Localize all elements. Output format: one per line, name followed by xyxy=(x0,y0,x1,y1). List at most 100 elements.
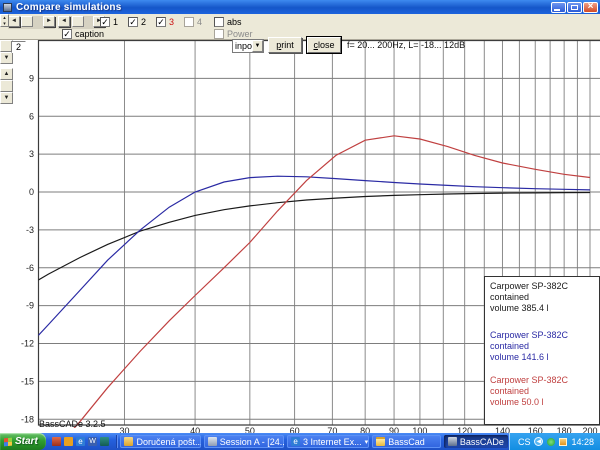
desktop-screen: { "window": { "title": "Compare simulati… xyxy=(0,0,600,450)
scroll-left-icon[interactable]: ◄ xyxy=(58,16,70,27)
basscade-app-icon xyxy=(448,437,457,446)
curve-4-checkbox: 4 xyxy=(184,17,202,27)
legend-line: volume 50.0 l xyxy=(490,397,598,408)
task-button-basscad-folder[interactable]: BassCad xyxy=(372,435,441,448)
freq-min-scrollbar[interactable]: ◄ ► xyxy=(8,16,55,29)
task-button-session[interactable]: Session A - [24... xyxy=(204,435,284,448)
task-label: Doručená pošt... xyxy=(136,437,200,447)
scrollbar-thumb[interactable] xyxy=(72,16,84,27)
start-button[interactable]: Start xyxy=(0,433,46,450)
language-indicator[interactable]: CS xyxy=(518,437,531,447)
checkbox-box[interactable]: ✓ xyxy=(128,17,138,27)
word-icon[interactable]: W xyxy=(88,437,97,446)
app-version-label: BassCADe 3.2.5 xyxy=(39,419,106,429)
y-tick-label: -3 xyxy=(26,225,34,235)
print-button[interactable]: print xyxy=(268,37,302,53)
close-button[interactable]: close xyxy=(307,37,341,53)
scrollbar-thumb[interactable] xyxy=(0,80,13,92)
show-desktop-icon[interactable] xyxy=(52,437,61,446)
legend-line: contained xyxy=(490,292,598,303)
task-label: BassCad xyxy=(388,437,425,447)
system-tray: CS ◀ 14:28 xyxy=(510,433,600,450)
close-window-button[interactable]: × xyxy=(583,2,598,13)
checkbox-box xyxy=(184,17,194,27)
freq-max-scrollbar[interactable]: ◄ ► xyxy=(58,16,105,29)
tray-status-green-icon[interactable] xyxy=(547,438,555,446)
clock[interactable]: 14:28 xyxy=(571,437,594,447)
y-tick-label: 6 xyxy=(29,111,34,121)
y-tick-label: -12 xyxy=(21,339,34,349)
y-tick-label: -9 xyxy=(26,301,34,311)
legend-line: Carpower SP-382C xyxy=(490,330,598,341)
close-button-label: lose xyxy=(318,40,335,50)
task-button-inbox[interactable]: Doručená pošt... xyxy=(120,435,200,448)
minimize-button[interactable] xyxy=(551,2,566,13)
checkbox-box[interactable]: ✓ xyxy=(156,17,166,27)
curve-2-checkbox[interactable]: ✓ 2 xyxy=(128,17,146,27)
quick-launch-bar: e W xyxy=(46,437,114,446)
checkbox-box[interactable] xyxy=(214,17,224,27)
legend-line: Carpower SP-382C xyxy=(490,375,598,386)
legend-line: contained xyxy=(490,386,598,397)
task-label: Session A - [24... xyxy=(220,437,284,447)
inport-dropdown[interactable]: inport ▼ xyxy=(232,39,264,53)
legend-line: Carpower SP-382C xyxy=(490,281,598,292)
checkbox-label: abs xyxy=(227,17,242,27)
task-label: 3 Internet Ex... xyxy=(303,437,362,447)
y-tick-label: -6 xyxy=(26,263,34,273)
close-icon: × xyxy=(584,1,597,12)
curve-number-field[interactable]: 2 xyxy=(11,41,26,53)
scroll-down-icon[interactable]: ▼ xyxy=(0,92,13,104)
checkbox-label: caption xyxy=(75,29,104,39)
scroll-up-icon[interactable]: ▲ xyxy=(0,68,13,80)
checkbox-label: Power xyxy=(227,29,253,39)
level-min-scrollbar[interactable]: ▲ ▼ xyxy=(0,68,13,104)
y-tick-label: 0 xyxy=(29,187,34,197)
start-label: Start xyxy=(15,436,38,447)
caption-legend-box: Carpower SP-382C contained volume 385.4 … xyxy=(484,276,600,425)
terminal-session-icon xyxy=(208,437,217,446)
scrollbar-thumb[interactable] xyxy=(21,16,33,27)
tray-status-orange-icon[interactable] xyxy=(559,438,567,446)
window-titlebar[interactable]: Compare simulations × xyxy=(0,0,600,14)
taskbar: Start e W Doručená pošt... Session A - [… xyxy=(0,433,600,450)
legend-entry: Carpower SP-382C contained volume 385.4 … xyxy=(490,281,598,314)
scroll-down-icon[interactable]: ▼ xyxy=(0,52,13,64)
media-player-icon[interactable] xyxy=(64,437,73,446)
checkbox-box[interactable]: ✓ xyxy=(100,17,110,27)
mail-inbox-icon xyxy=(124,437,133,446)
checkbox-label: 1 xyxy=(113,17,118,27)
scroll-left-icon[interactable]: ◄ xyxy=(8,16,20,27)
restore-button[interactable] xyxy=(567,2,582,13)
taskbar-separator xyxy=(116,435,117,448)
windows-logo-icon xyxy=(4,437,12,446)
y-tick-label: 3 xyxy=(29,149,34,159)
curve-1-checkbox[interactable]: ✓ 1 xyxy=(100,17,118,27)
internet-explorer-icon[interactable]: e xyxy=(76,437,85,446)
chevron-down-icon: ▾ xyxy=(365,438,369,446)
task-button-internet-explorer-group[interactable]: e 3 Internet Ex... ▾ xyxy=(287,435,369,448)
legend-entry: Carpower SP-382C contained volume 50.0 l xyxy=(490,375,598,408)
power-checkbox: Power xyxy=(214,29,253,39)
scroll-right-icon[interactable]: ► xyxy=(43,16,55,27)
restore-icon xyxy=(571,5,578,10)
level-updown-button[interactable]: ▴▾ xyxy=(0,14,9,27)
hide-icons-chevron-icon[interactable]: ◀ xyxy=(534,437,543,446)
y-tick-label: 9 xyxy=(29,73,34,83)
checkbox-box[interactable]: ✓ xyxy=(62,29,72,39)
abs-checkbox[interactable]: abs xyxy=(214,17,242,27)
task-button-basscade-active[interactable]: BassCADe xyxy=(444,435,509,448)
window-title: Compare simulations xyxy=(16,2,122,13)
checkbox-box xyxy=(214,29,224,39)
caption-checkbox[interactable]: ✓ caption xyxy=(62,29,104,39)
internet-explorer-icon: e xyxy=(291,437,300,446)
chevron-down-icon[interactable]: ▼ xyxy=(252,40,263,52)
checkbox-label: 4 xyxy=(197,17,202,27)
legend-line: volume 141.6 l xyxy=(490,352,598,363)
range-readout: f= 20... 200Hz, L= -18... 12dB xyxy=(347,40,465,50)
curve-3-checkbox[interactable]: ✓ 3 xyxy=(156,17,174,27)
minimize-icon xyxy=(554,9,560,11)
legend-line: volume 385.4 l xyxy=(490,303,598,314)
app-shortcut-icon[interactable] xyxy=(100,437,109,446)
app-icon xyxy=(3,3,12,12)
